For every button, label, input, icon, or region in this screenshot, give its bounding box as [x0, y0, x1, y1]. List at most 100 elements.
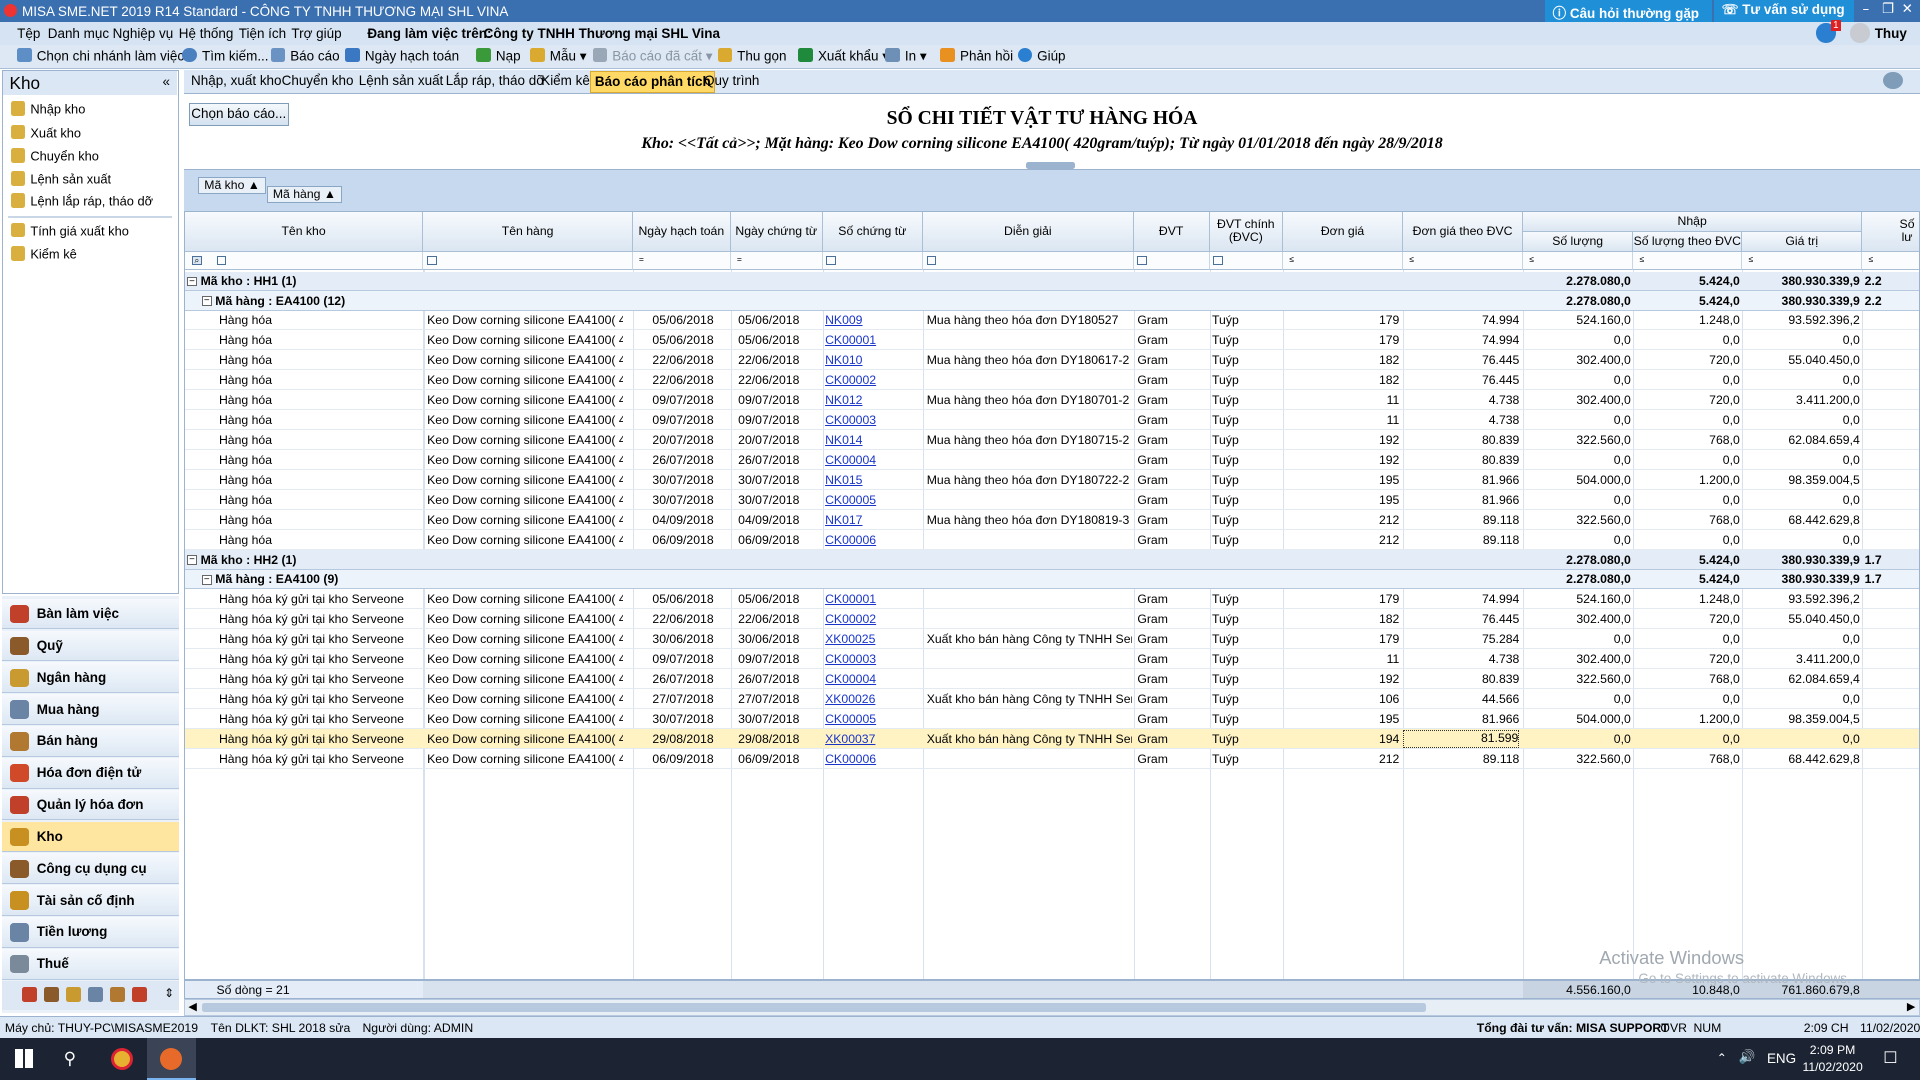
document-link[interactable]: CK00002	[825, 612, 876, 626]
nav-kho[interactable]: Kho	[2, 821, 179, 853]
avatar[interactable]	[1850, 23, 1870, 43]
tray-up-icon[interactable]: ⌃	[1717, 1051, 1727, 1065]
menu-help[interactable]: Trợ giúp	[291, 26, 341, 41]
tab-nhap-xuat-kho[interactable]: Nhập, xuất kho	[191, 73, 282, 88]
nav-quy[interactable]: Quỹ	[2, 630, 179, 662]
nav-ban-lam-viec[interactable]: Bàn làm việc	[2, 598, 179, 630]
document-link[interactable]: CK00001	[825, 592, 876, 606]
table-row[interactable]: Hàng hóa ký gửi tại kho Serveone Keo Dow …	[184, 689, 1920, 709]
tab-lenh-san-xuat[interactable]: Lệnh sản xuất	[359, 73, 444, 88]
filter-ten-hang[interactable]	[423, 252, 633, 271]
document-link[interactable]: NK010	[825, 353, 862, 367]
menu-file[interactable]: Tệp	[17, 26, 40, 41]
tab-chuyen-kho[interactable]: Chuyển kho	[282, 73, 354, 88]
left-item-lenh-san-xuat[interactable]: Lệnh sản xuất	[10, 171, 111, 186]
table-row[interactable]: Hàng hóa Keo Dow corning silicone EA4100(…	[184, 451, 1920, 471]
col-header-don-gia[interactable]: Đơn giá	[1283, 211, 1404, 253]
col-header-so-luong-dvc[interactable]: Số lượng theo ĐVC	[1633, 232, 1743, 252]
nav-cong-cu-dung-cu[interactable]: Công cụ dụng cụ	[2, 853, 179, 885]
close-icon[interactable]: ✕	[1902, 2, 1913, 17]
document-link[interactable]: CK00005	[825, 712, 876, 726]
taskbar-active-app[interactable]	[146, 1038, 196, 1080]
table-row[interactable]: Hàng hóa Keo Dow corning silicone EA4100(…	[184, 470, 1920, 491]
print-button[interactable]: In ▾	[885, 47, 927, 64]
filter-don-gia-dvc[interactable]: ≤	[1403, 252, 1524, 271]
group-chip-ma-hang[interactable]: Mã hàng ▲	[266, 185, 342, 204]
report-button[interactable]: Báo cáo	[270, 47, 340, 63]
menu-catalog[interactable]: Danh mục	[48, 26, 109, 41]
nav-ngan-hang[interactable]: Ngân hàng	[2, 662, 179, 694]
filter-ten-kho[interactable]: ⌕	[184, 252, 424, 271]
filter-dien-giai[interactable]	[923, 252, 1134, 271]
horizontal-scrollbar[interactable]: ◀ ▶	[183, 999, 1920, 1017]
nav-mua-hang[interactable]: Mua hàng	[2, 694, 179, 725]
language-indicator[interactable]: ENG	[1767, 1051, 1796, 1066]
filter-dvt[interactable]	[1133, 252, 1210, 271]
filter-so-chung-tu[interactable]	[822, 252, 924, 271]
collapse-group-icon[interactable]: −	[187, 555, 197, 565]
module-mini-icon[interactable]	[44, 986, 59, 1002]
col-header-ten-kho[interactable]: Tên kho	[184, 211, 424, 253]
tab-lap-rap[interactable]: Lắp ráp, tháo dỡ	[446, 73, 545, 88]
table-row[interactable]: Hàng hóa Keo Dow corning silicone EA4100(…	[184, 431, 1920, 451]
module-mini-icon[interactable]	[22, 986, 37, 1002]
filter-ngay-chung-tu[interactable]: =	[730, 252, 823, 271]
export-button[interactable]: Xuất khẩu ▾	[798, 47, 889, 64]
group-chip-ma-kho[interactable]: Mã kho ▲	[198, 177, 266, 195]
windows-start-icon[interactable]	[14, 1049, 34, 1068]
col-header-dvt[interactable]: ĐVT	[1133, 211, 1210, 253]
table-row[interactable]: Hàng hóa Keo Dow corning silicone EA4100(…	[184, 490, 1920, 510]
document-link[interactable]: CK00001	[825, 333, 876, 347]
table-row[interactable]: Hàng hóa Keo Dow corning silicone EA4100(…	[184, 510, 1920, 530]
table-row[interactable]: Hàng hóa Keo Dow corning silicone EA4100(…	[184, 391, 1920, 411]
table-row[interactable]: Hàng hóa ký gửi tại kho Serveone Keo Dow …	[184, 589, 1920, 610]
nav-tien-luong[interactable]: Tiền lương	[2, 917, 179, 948]
table-row[interactable]: Hàng hóa Keo Dow corning silicone EA4100(…	[184, 530, 1920, 550]
table-row[interactable]: Hàng hóa Keo Dow corning silicone EA4100(…	[184, 371, 1920, 391]
document-link[interactable]: XK00026	[825, 692, 875, 706]
table-row[interactable]: Hàng hóa ký gửi tại kho Serveone Keo Dow …	[184, 649, 1920, 669]
col-header-ngay-hach-toan[interactable]: Ngày hạch toán	[632, 211, 731, 253]
taskbar-time[interactable]: 2:09 PM	[1810, 1043, 1856, 1057]
tab-quy-trinh[interactable]: Quy trình	[704, 73, 759, 88]
notifications-icon[interactable]: ☐	[1883, 1048, 1897, 1068]
feedback-button[interactable]: Phản hồi	[940, 47, 1013, 63]
document-link[interactable]: CK00002	[825, 373, 876, 387]
group-row-kho[interactable]: − Mã kho : HH2 (1) 2.278.080,0 5.424,0 380.9…	[184, 550, 1920, 570]
module-mini-icon[interactable]	[132, 986, 147, 1002]
col-header-so-luong[interactable]: Số lượng	[1523, 232, 1634, 252]
left-item-nhap-kho[interactable]: Nhập kho	[10, 101, 85, 117]
table-row[interactable]: Hàng hóa Keo Dow corning silicone EA4100(…	[184, 331, 1920, 351]
collapse-group-icon[interactable]: −	[201, 574, 212, 585]
faq-button[interactable]: ⓘ Câu hỏi thường gặp ▾	[1545, 0, 1712, 37]
table-row[interactable]: Hàng hóa ký gửi tại kho Serveone Keo Dow …	[184, 749, 1920, 769]
nav-ban-hang[interactable]: Bán hàng	[2, 726, 179, 757]
col-header-dvt-chinh[interactable]: ĐVT chính (ĐVC)	[1209, 211, 1284, 253]
col-header-ten-hang[interactable]: Tên hàng	[423, 211, 633, 253]
user-name[interactable]: Thuy	[1875, 26, 1907, 41]
filter-dvt-chinh[interactable]	[1209, 252, 1284, 271]
document-link[interactable]: NK014	[825, 433, 862, 447]
splitter-handle[interactable]	[1026, 161, 1076, 169]
table-row[interactable]: Hàng hóa ký gửi tại kho Serveone Keo Dow …	[184, 609, 1920, 630]
table-row[interactable]: Hàng hóa Keo Dow corning silicone EA4100(…	[184, 351, 1920, 371]
document-link[interactable]: NK012	[825, 393, 862, 407]
table-row[interactable]: Hàng hóa ký gửi tại kho Serveone Keo Dow …	[184, 669, 1920, 689]
module-mini-icon[interactable]	[66, 986, 81, 1002]
filter-so-luong-dvc[interactable]: ≤	[1633, 252, 1743, 271]
filter-so-luong[interactable]: ≤	[1523, 252, 1634, 271]
left-item-xuat-kho[interactable]: Xuất kho	[10, 124, 81, 140]
table-row[interactable]: Hàng hóa Keo Dow corning silicone EA4100(…	[184, 311, 1920, 331]
module-mini-icon[interactable]	[88, 986, 103, 1002]
document-link[interactable]: XK00025	[825, 632, 875, 646]
help-button[interactable]: Giúp	[1017, 47, 1066, 63]
collapse-panel-icon[interactable]: «	[162, 74, 169, 89]
minimize-icon[interactable]: –	[1862, 2, 1869, 17]
nav-quan-ly-hoa-don[interactable]: Quản lý hóa đơn	[2, 789, 179, 821]
document-link[interactable]: NK015	[825, 473, 862, 487]
col-header-ngay-chung-tu[interactable]: Ngày chứng từ	[730, 211, 823, 253]
settings-gear-icon[interactable]	[1883, 72, 1903, 90]
left-item-chuyen-kho[interactable]: Chuyển kho	[10, 147, 99, 163]
group-row-hang[interactable]: − Mã hàng : EA4100 (9) 2.278.080,0 5.424,0 3…	[184, 569, 1920, 590]
volume-icon[interactable]: 🔊	[1739, 1049, 1756, 1065]
